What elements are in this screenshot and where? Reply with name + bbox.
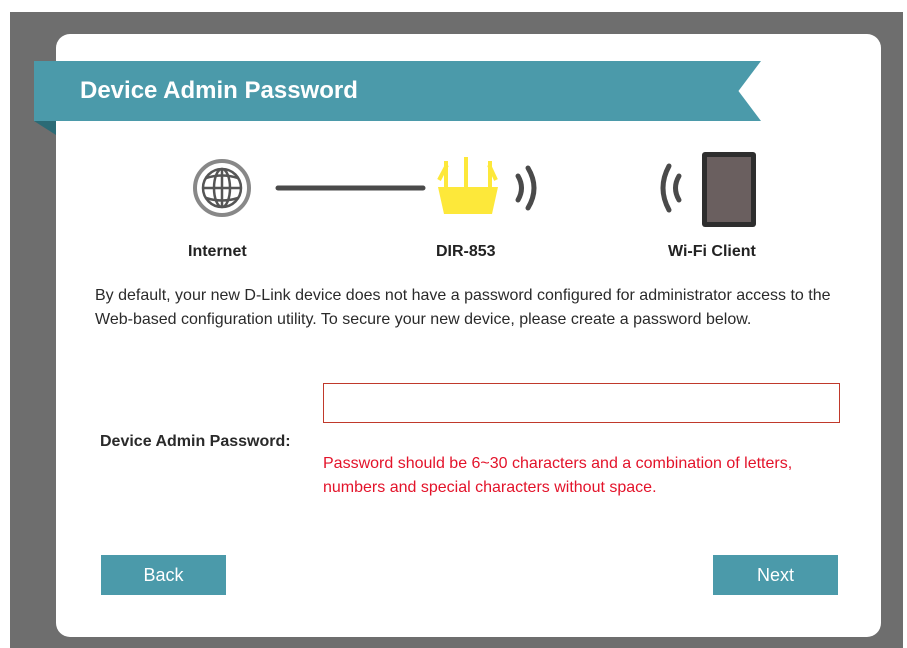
client-label: Wi-Fi Client: [668, 243, 756, 260]
globe-icon: [193, 159, 251, 217]
router-wifi-waves-icon: [515, 165, 537, 211]
description-text: By default, your new D-Link device does …: [95, 287, 831, 328]
router-label: DIR-853: [436, 243, 496, 260]
password-error-message: Password should be 6~30 characters and a…: [323, 455, 793, 496]
router-icon: [437, 157, 498, 214]
back-button[interactable]: Back: [101, 555, 226, 595]
network-topology-diagram: [193, 152, 756, 227]
tablet-icon: [702, 152, 756, 227]
client-wifi-waves-icon: [660, 163, 682, 213]
password-input[interactable]: [323, 383, 840, 423]
password-label: Device Admin Password:: [100, 433, 291, 450]
internet-label: Internet: [188, 243, 247, 260]
next-button[interactable]: Next: [713, 555, 838, 595]
